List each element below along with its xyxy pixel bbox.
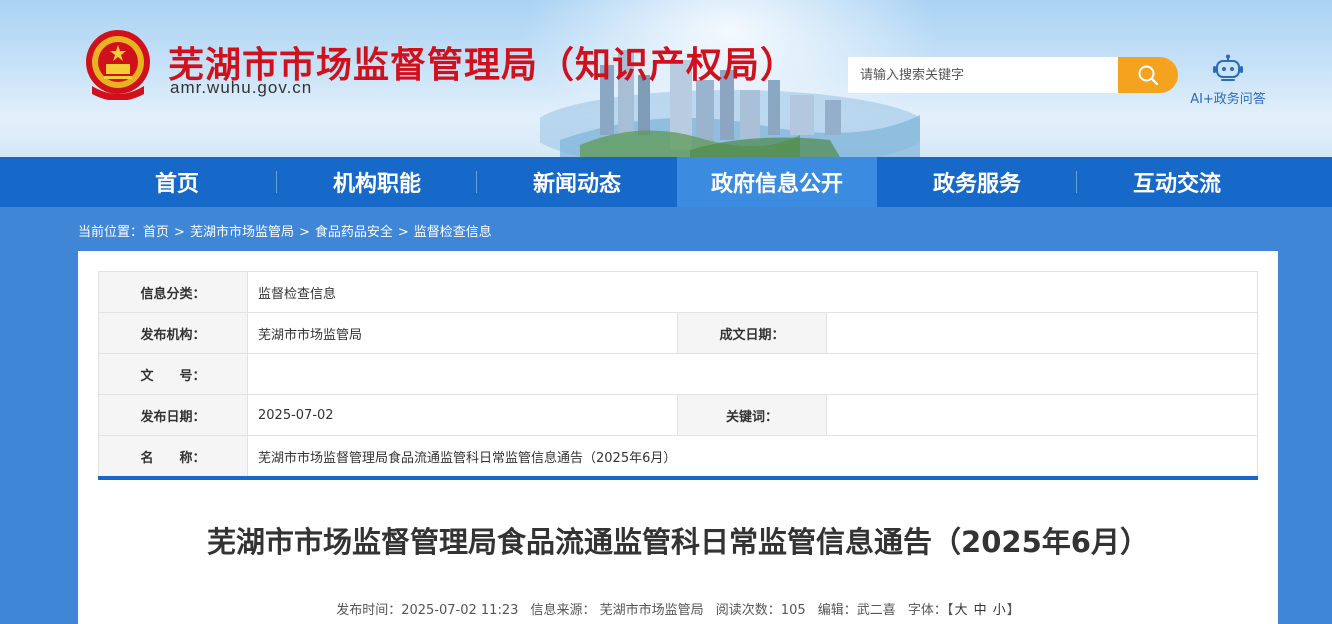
font-size-medium-button[interactable]: 中 [974, 603, 987, 618]
publisher-value: 芜湖市市场监管局 [247, 312, 678, 354]
breadcrumb: 当前位置：首页 > 芜湖市市场监管局 > 食品药品安全 > 监督检查信息 [78, 221, 492, 240]
ai-qa-label: AI+政务问答 [1190, 92, 1266, 107]
nav-item-organization[interactable]: 机构职能 [277, 157, 477, 207]
national-emblem-icon [86, 30, 150, 100]
view-count: 阅读次数：105 [715, 603, 806, 618]
breadcrumb-link-home[interactable]: 首页 [143, 225, 169, 240]
nav-item-home[interactable]: 首页 [77, 157, 277, 207]
site-header: 芜湖市市场监督管理局（知识产权局） amr.wuhu.gov.cn AI+政务问… [0, 0, 1332, 157]
publish-date-label: 发布日期： [98, 394, 248, 436]
nav-item-label: 政府信息公开 [710, 172, 843, 197]
category-value: 监督检查信息 [247, 271, 1258, 313]
nav-item-label: 政务服务 [932, 172, 1021, 197]
article-title: 芜湖市市场监督管理局食品流通监管科日常监管信息通告（2025年6月） [207, 525, 1149, 559]
table-row: 文 号： [98, 353, 1258, 395]
publisher-label: 发布机构： [98, 312, 248, 354]
breadcrumb-link-food-drug[interactable]: 食品药品安全 [315, 225, 393, 240]
breadcrumb-link-bureau[interactable]: 芜湖市市场监管局 [190, 225, 294, 240]
keywords-value [826, 394, 1258, 436]
table-row: 发布日期： 2025-07-02 关键词： [98, 394, 1258, 436]
nav-item-label: 新闻动态 [532, 172, 621, 197]
ai-qa-button[interactable]: AI+政务问答 [1180, 54, 1276, 107]
font-size-label: 字体：【 [907, 603, 954, 618]
breadcrumb-separator: > [397, 225, 409, 240]
nav-item-services[interactable]: 政务服务 [877, 157, 1077, 207]
breadcrumb-separator: > [298, 225, 310, 240]
content-panel: 信息分类： 监督检查信息 发布机构： 芜湖市市场监管局 成文日期： 文 号： 发… [78, 251, 1278, 624]
table-divider-bar [98, 476, 1258, 480]
editor: 编辑：武二喜 [817, 603, 896, 618]
robot-icon [1213, 54, 1243, 81]
font-size-close: 】 [1006, 603, 1020, 618]
category-label: 信息分类： [98, 271, 248, 313]
site-domain: amr.wuhu.gov.cn [170, 78, 313, 97]
table-row: 名 称： 芜湖市市场监督管理局食品流通监管科日常监管信息通告（2025年6月） [98, 435, 1258, 477]
font-size-large-button[interactable]: 大 [954, 603, 967, 618]
search-button[interactable] [1118, 57, 1178, 93]
written-date-value [826, 312, 1258, 354]
nav-item-label: 首页 [154, 172, 199, 197]
search-icon [1138, 65, 1159, 86]
publish-time: 发布时间：2025-07-02 11:23 [336, 603, 519, 618]
breadcrumb-separator: > [174, 225, 185, 240]
publish-date-value: 2025-07-02 [247, 394, 678, 436]
nav-item-label: 机构职能 [332, 172, 421, 197]
nav-item-news[interactable]: 新闻动态 [477, 157, 677, 207]
name-value: 芜湖市市场监督管理局食品流通监管科日常监管信息通告（2025年6月） [247, 435, 1258, 477]
main-nav: 首页 机构职能 新闻动态 政府信息公开 政务服务 互动交流 [0, 157, 1332, 207]
article-meta: 发布时间：2025-07-02 11:23 信息来源： 芜湖市市场监管局 阅读次… [78, 599, 1278, 618]
font-size-small-button[interactable]: 小 [993, 603, 1006, 618]
keywords-label: 关键词： [677, 394, 827, 436]
doc-no-value [247, 353, 1258, 395]
doc-no-label: 文 号： [98, 353, 248, 395]
nav-item-info-disclosure[interactable]: 政府信息公开 [677, 157, 877, 207]
info-source: 信息来源： 芜湖市市场监管局 [530, 603, 704, 618]
search-input[interactable] [848, 57, 1118, 93]
breadcrumb-prefix: 当前位置： [78, 225, 144, 240]
written-date-label: 成文日期： [677, 312, 827, 354]
nav-item-label: 互动交流 [1132, 172, 1221, 197]
table-row: 信息分类： 监督检查信息 [98, 271, 1258, 313]
breadcrumb-link-inspection[interactable]: 监督检查信息 [414, 225, 492, 240]
font-size-control: 字体：【大 中 小】 [908, 603, 1020, 618]
nav-item-interaction[interactable]: 互动交流 [1077, 157, 1277, 207]
table-row: 发布机构： 芜湖市市场监管局 成文日期： [98, 312, 1258, 354]
info-table: 信息分类： 监督检查信息 发布机构： 芜湖市市场监管局 成文日期： 文 号： 发… [98, 271, 1258, 477]
name-label: 名 称： [98, 435, 248, 477]
